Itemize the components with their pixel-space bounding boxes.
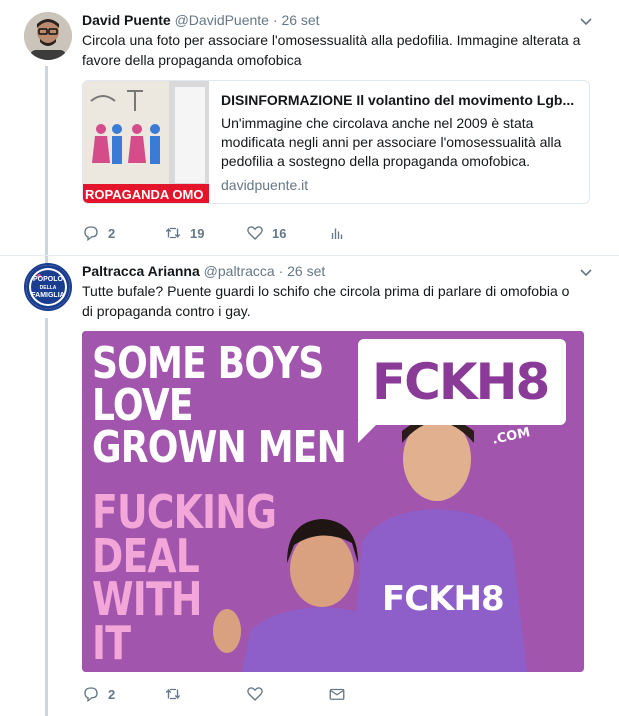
tweet-text: Tutte bufale? Puente guardi lo schifo ch… — [82, 283, 570, 319]
tweet-date[interactable]: 26 set — [287, 263, 325, 279]
reply-button[interactable]: 2 — [82, 685, 164, 703]
reply-count: 2 — [108, 225, 116, 241]
media-headline: SOME BOYS LOVE GROWN MEN — [92, 338, 347, 473]
card-thumbnail: ROPAGANDA OMO — [83, 81, 209, 203]
media-line: LOVE — [92, 379, 194, 431]
avatar-line: FAMIGLIA — [31, 292, 65, 299]
tweet-header: David Puente @DavidPuente · 26 set — [82, 11, 320, 29]
reply-button[interactable]: 2 — [82, 224, 164, 242]
tweet-actions: 2 — [82, 685, 410, 703]
retweet-count: 19 — [190, 225, 205, 241]
direct-message-button[interactable] — [328, 685, 410, 703]
like-button[interactable]: 16 — [246, 224, 328, 242]
analytics-icon — [331, 228, 343, 239]
logo-text: FCKH8 — [372, 353, 550, 411]
tweet-actions: 2 19 16 — [82, 224, 410, 242]
display-name[interactable]: David Puente — [82, 12, 171, 28]
like-button[interactable] — [246, 685, 328, 703]
like-count: 16 — [272, 225, 287, 241]
link-card[interactable]: ROPAGANDA OMO DISINFORMAZIONE Il volanti… — [82, 80, 590, 204]
user-handle[interactable]: @DavidPuente — [175, 12, 269, 28]
heart-icon — [247, 687, 263, 701]
user-handle[interactable]: @paltracca — [204, 263, 275, 279]
card-thumb-caption: ROPAGANDA OMO — [85, 187, 204, 202]
reply-count: 2 — [108, 686, 116, 702]
media-line: SOME BOYS — [92, 338, 324, 389]
shirt-text: FCKH8 — [382, 579, 505, 619]
tweet[interactable]: POPOLO DELLA FAMIGLIA Paltracca Arianna … — [0, 257, 619, 716]
reply-icon — [84, 687, 98, 703]
avatar[interactable] — [24, 12, 72, 60]
media-line: IT — [92, 616, 131, 671]
retweet-button[interactable] — [164, 685, 246, 703]
separator-dot: · — [278, 263, 284, 279]
logo-bubble-tail — [358, 421, 380, 443]
display-name[interactable]: Paltracca Arianna — [82, 263, 200, 279]
analytics-button[interactable] — [328, 224, 410, 242]
media-subheadline: FUCKING DEAL WITH IT — [92, 489, 277, 671]
media-line: GROWN MEN — [92, 421, 347, 473]
heart-icon — [247, 226, 263, 240]
retweet-button[interactable]: 19 — [164, 224, 246, 242]
avatar-line: POPOLO — [33, 276, 63, 283]
chevron-down-icon[interactable] — [579, 14, 593, 28]
media-image[interactable]: SOME BOYS LOVE GROWN MEN FUCKING DEAL WI… — [82, 331, 584, 672]
tweet-header: Paltracca Arianna @paltracca · 26 set — [82, 262, 325, 280]
reply-icon — [84, 226, 98, 242]
chevron-down-icon[interactable] — [579, 265, 593, 279]
avatar-line: DELLA — [39, 285, 57, 291]
separator-dot: · — [272, 12, 278, 28]
retweet-icon — [165, 688, 181, 700]
envelope-icon — [329, 688, 345, 700]
card-url[interactable]: davidpuente.it — [221, 177, 579, 193]
card-body: DISINFORMAZIONE Il volantino del movimen… — [209, 81, 589, 203]
card-title[interactable]: DISINFORMAZIONE Il volantino del movimen… — [221, 91, 579, 110]
avatar[interactable]: POPOLO DELLA FAMIGLIA — [24, 263, 72, 311]
tweet[interactable]: David Puente @DavidPuente · 26 set Circo… — [0, 0, 619, 256]
retweet-icon — [165, 227, 181, 239]
tweet-date[interactable]: 26 set — [281, 12, 319, 28]
tweet-text: Circola una foto per associare l'omosess… — [82, 32, 581, 68]
card-description: Un'immagine che circolava anche nel 2009… — [221, 115, 562, 169]
